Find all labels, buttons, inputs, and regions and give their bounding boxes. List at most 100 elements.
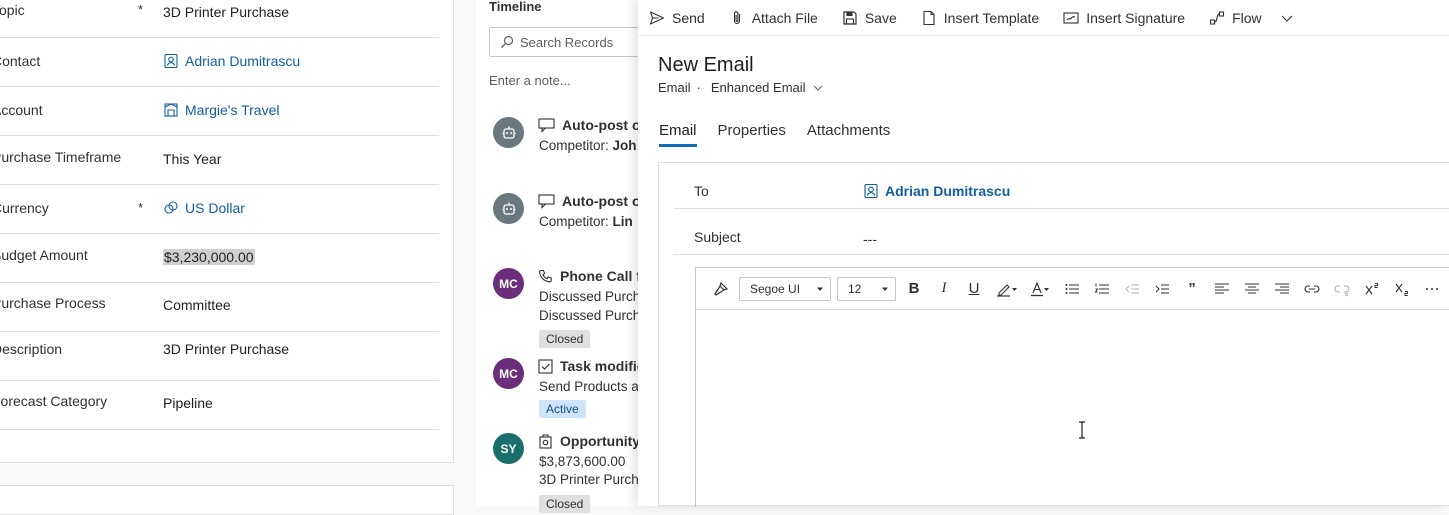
timeline-panel: Timeline Search Records Enter a note... …	[476, 0, 659, 513]
currency-link[interactable]: US Dollar	[163, 200, 245, 216]
required-marker: *	[138, 200, 144, 215]
font-family-select[interactable]: Segoe UI	[739, 276, 831, 301]
field-label: Description	[0, 341, 63, 357]
signature-icon	[1063, 11, 1079, 24]
currency-value[interactable]: US Dollar	[185, 200, 245, 216]
subject-field[interactable]: Subject ---	[674, 209, 1449, 255]
field-value[interactable]: 3D Printer Purchase	[163, 341, 289, 357]
align-right-icon	[1275, 283, 1289, 293]
timeline-search-input[interactable]: Search Records	[489, 27, 659, 57]
to-field[interactable]: To Adrian Dumitrascu	[674, 163, 1449, 209]
field-label: Forecast Category	[0, 393, 108, 409]
field-purchase-process[interactable]: Purchase Process Committee	[0, 283, 439, 332]
attach-file-button[interactable]: Attach File	[729, 10, 818, 26]
field-description[interactable]: Description 3D Printer Purchase	[0, 332, 439, 381]
required-marker: *	[138, 2, 144, 17]
superscript-button[interactable]	[1357, 274, 1387, 304]
timeline-item-text: Competitor: Lin	[539, 214, 633, 229]
field-label: Topic	[0, 2, 25, 18]
insert-template-button[interactable]: Insert Template	[921, 10, 1039, 26]
numbered-list-button[interactable]	[1087, 274, 1117, 304]
caret-down-icon	[817, 287, 823, 291]
italic-button[interactable]: I	[929, 274, 959, 304]
field-currency[interactable]: Currency * US Dollar	[0, 185, 439, 234]
highlight-icon	[997, 283, 1017, 297]
contact-icon	[864, 183, 878, 199]
budget-value[interactable]: $3,230,000.00	[163, 249, 255, 265]
font-size-select[interactable]: 12	[837, 276, 896, 301]
timeline-item-title: Auto-post o	[562, 193, 641, 209]
subscript-button[interactable]	[1387, 274, 1417, 304]
field-value[interactable]: This Year	[163, 151, 221, 167]
field-value[interactable]: 3D Printer Purchase	[163, 4, 289, 20]
highlight-button[interactable]	[989, 274, 1025, 304]
save-button[interactable]: Save	[842, 10, 897, 26]
bot-icon	[502, 202, 515, 215]
form-selector[interactable]: Email · Enhanced Email	[658, 80, 824, 95]
more-options-icon	[1426, 287, 1438, 290]
save-label: Save	[864, 9, 897, 26]
blockquote-button[interactable]: ”	[1177, 274, 1207, 304]
opportunity-form-card: Topic * 3D Printer Purchase Contact Adri…	[0, 0, 454, 463]
align-right-button[interactable]	[1267, 274, 1297, 304]
forecast-value[interactable]: Pipeline	[163, 395, 213, 411]
field-topic[interactable]: Topic * 3D Printer Purchase	[0, 0, 439, 38]
note-input[interactable]: Enter a note...	[489, 73, 571, 88]
font-family-value: Segoe UI	[750, 281, 801, 296]
send-label: Send	[672, 9, 705, 26]
search-placeholder: Search Records	[520, 34, 614, 50]
search-icon	[501, 35, 514, 48]
format-painter-button[interactable]	[706, 274, 736, 304]
contact-link[interactable]: Adrian Dumitrascu	[163, 53, 300, 69]
field-value[interactable]: $3,230,000.00	[163, 249, 255, 265]
increase-indent-button[interactable]	[1147, 274, 1177, 304]
align-center-button[interactable]	[1237, 274, 1267, 304]
numbered-list-icon	[1094, 283, 1109, 293]
contact-value[interactable]: Adrian Dumitrascu	[185, 53, 300, 69]
tab-attachments[interactable]: Attachments	[807, 122, 890, 147]
chevron-down-icon[interactable]	[812, 82, 824, 94]
align-left-button[interactable]	[1207, 274, 1237, 304]
field-forecast-category[interactable]: Forecast Category Pipeline	[0, 381, 439, 430]
timeline-item-header: Auto-post o	[538, 193, 641, 209]
account-link[interactable]: Margie's Travel	[163, 102, 279, 118]
timeline-item-text: Send Products a	[539, 379, 639, 394]
font-color-button[interactable]	[1025, 274, 1057, 304]
field-budget-amount[interactable]: Budget Amount $3,230,000.00	[0, 234, 439, 283]
remove-link-button[interactable]	[1327, 274, 1357, 304]
field-purchase-timeframe[interactable]: Purchase Timeframe This Year	[0, 136, 439, 185]
description-value[interactable]: 3D Printer Purchase	[163, 341, 289, 357]
decrease-indent-button[interactable]	[1117, 274, 1147, 304]
tab-list: Email Properties Attachments	[659, 122, 890, 147]
flow-button[interactable]: Flow	[1209, 10, 1295, 26]
topic-value[interactable]: 3D Printer Purchase	[163, 4, 289, 20]
bot-avatar	[493, 193, 524, 224]
to-recipient[interactable]: Adrian Dumitrascu	[863, 183, 1010, 199]
font-color-icon	[1031, 281, 1049, 296]
process-value[interactable]: Committee	[163, 297, 231, 313]
to-recipient-name[interactable]: Adrian Dumitrascu	[885, 183, 1010, 199]
field-account[interactable]: Account Margie's Travel	[0, 87, 439, 136]
send-button[interactable]: Send	[649, 10, 705, 26]
tab-email[interactable]: Email	[659, 122, 697, 147]
status-badge: Closed	[539, 495, 591, 513]
underline-button[interactable]: U	[959, 274, 989, 304]
link-icon	[1304, 284, 1320, 293]
field-value[interactable]: Committee	[163, 297, 231, 313]
more-options-button[interactable]	[1417, 274, 1447, 304]
tab-properties[interactable]: Properties	[718, 122, 786, 147]
email-body-input[interactable]	[696, 310, 1449, 508]
insert-link-button[interactable]	[1297, 274, 1327, 304]
contact-icon	[164, 53, 178, 69]
field-contact[interactable]: Contact Adrian Dumitrascu	[0, 38, 439, 87]
email-section: To Adrian Dumitrascu Subject --- Segoe U…	[658, 162, 1449, 508]
chevron-down-icon[interactable]	[1279, 10, 1295, 26]
bold-button[interactable]: B	[899, 274, 929, 304]
timeline-item-header: Auto-post o	[538, 117, 641, 133]
insert-signature-button[interactable]: Insert Signature	[1063, 10, 1185, 26]
subject-input[interactable]: ---	[863, 231, 877, 247]
account-value[interactable]: Margie's Travel	[185, 102, 279, 118]
timeframe-value[interactable]: This Year	[163, 151, 221, 167]
bulleted-list-button[interactable]	[1057, 274, 1087, 304]
field-value[interactable]: Pipeline	[163, 395, 213, 411]
